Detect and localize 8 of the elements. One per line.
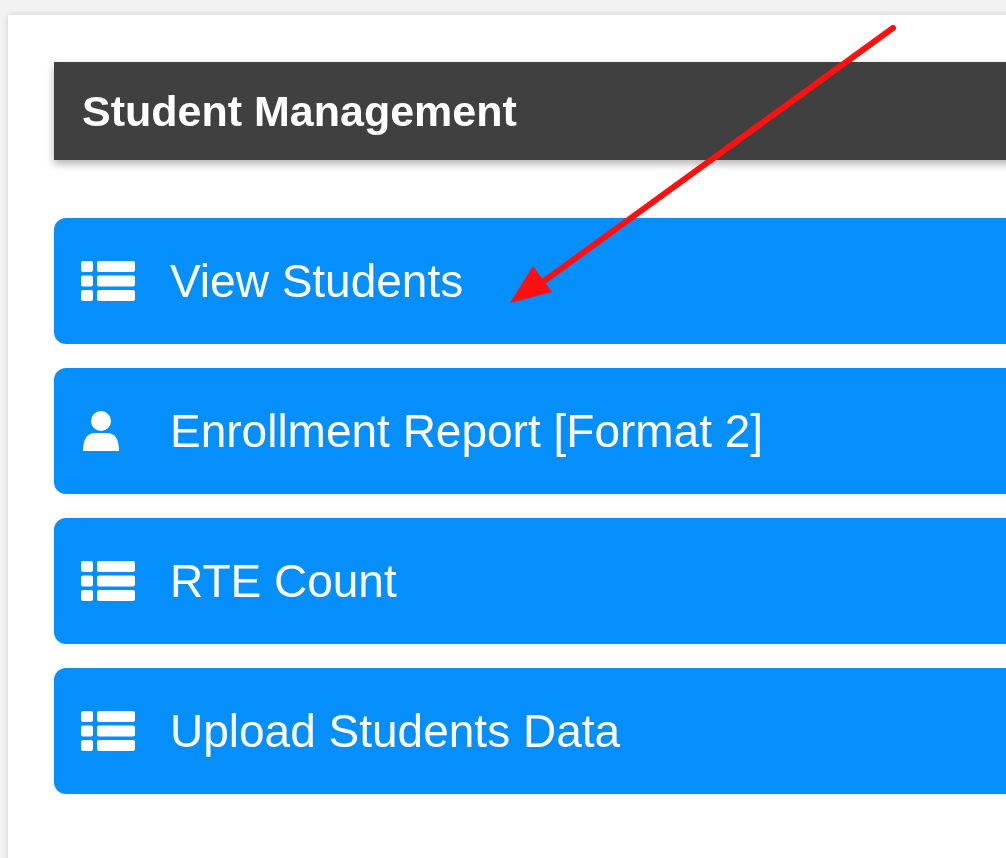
menu-item[interactable]: RTE Count bbox=[54, 518, 1006, 644]
menu-item[interactable]: View Students bbox=[54, 218, 1006, 344]
list-icon bbox=[81, 261, 135, 301]
menu-item[interactable]: Upload Students Data bbox=[54, 668, 1006, 794]
panel-title: Student Management bbox=[82, 86, 517, 136]
list-icon bbox=[81, 711, 135, 751]
list-icon bbox=[81, 561, 135, 601]
menu-item[interactable]: Enrollment Report [Format 2] bbox=[54, 368, 1006, 494]
